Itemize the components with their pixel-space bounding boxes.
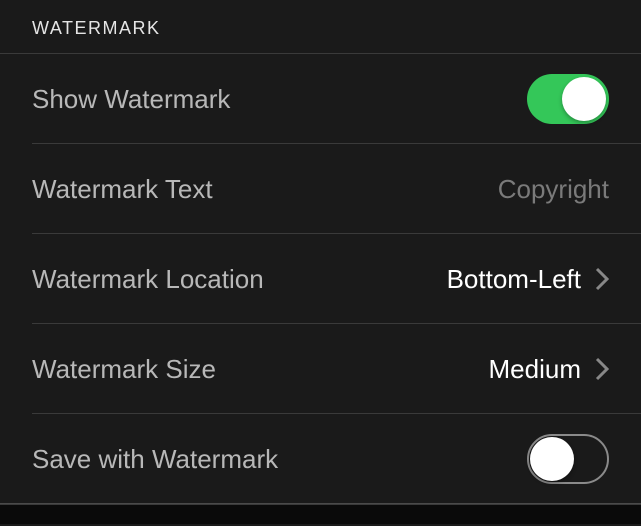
row-save-with-watermark[interactable]: Save with Watermark <box>0 414 641 504</box>
section-header-watermark: WATERMARK <box>0 0 641 54</box>
row-watermark-text[interactable]: Watermark Text Copyright <box>0 144 641 234</box>
chevron-right-icon <box>595 357 609 381</box>
row-show-watermark[interactable]: Show Watermark <box>0 54 641 144</box>
row-label: Watermark Text <box>32 174 213 205</box>
show-watermark-toggle[interactable] <box>527 74 609 124</box>
save-with-watermark-toggle[interactable] <box>527 434 609 484</box>
toggle-knob <box>562 77 606 121</box>
bottom-bar <box>0 504 641 524</box>
settings-list: Show Watermark Watermark Text Copyright … <box>0 54 641 504</box>
watermark-location-value: Bottom-Left <box>447 264 581 295</box>
watermark-size-value: Medium <box>489 354 581 385</box>
row-label: Watermark Size <box>32 354 216 385</box>
watermark-text-value: Copyright <box>498 174 609 205</box>
toggle-knob <box>530 437 574 481</box>
row-watermark-location[interactable]: Watermark Location Bottom-Left <box>0 234 641 324</box>
row-watermark-size[interactable]: Watermark Size Medium <box>0 324 641 414</box>
row-label: Watermark Location <box>32 264 264 295</box>
row-label: Save with Watermark <box>32 444 278 475</box>
row-label: Show Watermark <box>32 84 230 115</box>
chevron-right-icon <box>595 267 609 291</box>
